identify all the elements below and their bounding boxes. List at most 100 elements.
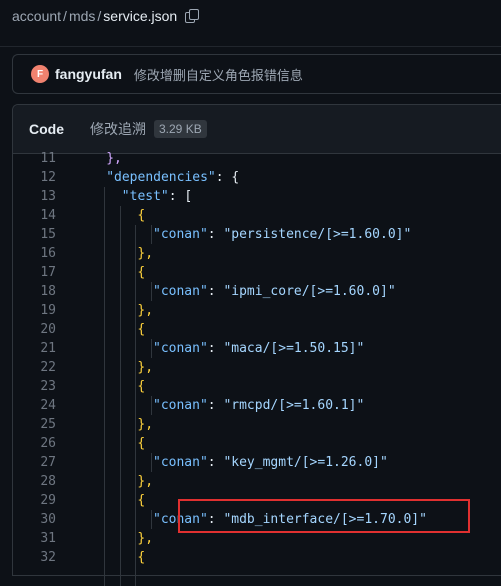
json-string-value: "key_mgmt/[>=1.26.0]" xyxy=(223,455,388,470)
indent-guide xyxy=(151,225,152,244)
breadcrumb-account[interactable]: account xyxy=(12,8,61,24)
line-number[interactable]: 26 xyxy=(13,434,56,453)
indent-guide xyxy=(151,396,152,415)
code-line: 20 { xyxy=(13,320,501,339)
code-content: { xyxy=(137,491,145,510)
code-line: 13 "test": [ xyxy=(13,187,501,206)
line-number[interactable]: 14 xyxy=(13,206,56,225)
code-punctuation: }, xyxy=(137,531,154,546)
json-key: "test" xyxy=(121,189,169,204)
line-number[interactable]: 15 xyxy=(13,225,56,244)
line-number[interactable]: 25 xyxy=(13,415,56,434)
line-number[interactable]: 21 xyxy=(13,339,56,358)
code-line: 28}, xyxy=(13,472,501,491)
code-line: 15 "conan": "persistence/[>=1.60.0]" xyxy=(13,225,501,244)
json-string-value: "mdb_interface/[>=1.70.0]" xyxy=(223,512,427,527)
code-line: 18 "conan": "ipmi_core/[>=1.60.0]" xyxy=(13,282,501,301)
code-punctuation: { xyxy=(137,265,146,280)
indent-guide xyxy=(104,187,106,586)
code-punctuation: { xyxy=(137,550,146,565)
line-number[interactable]: 12 xyxy=(13,168,56,187)
code-line: 31}, xyxy=(13,529,501,548)
json-string-value: "ipmi_core/[>=1.60.0]" xyxy=(223,284,396,299)
tab-blame[interactable]: 修改追溯 xyxy=(90,119,146,139)
commit-message[interactable]: 修改增删自定义角色报错信息 xyxy=(134,65,303,84)
code-content: { xyxy=(137,434,145,453)
json-string-value: "persistence/[>=1.60.0]" xyxy=(223,227,412,242)
code-line: 32 { xyxy=(13,548,501,567)
code-punctuation: : xyxy=(207,341,224,356)
line-number[interactable]: 19 xyxy=(13,301,56,320)
line-number[interactable]: 30 xyxy=(13,510,56,529)
code-punctuation: : xyxy=(207,284,224,299)
code-line: 22}, xyxy=(13,358,501,377)
code-punctuation: { xyxy=(137,379,146,394)
code-content: }, xyxy=(137,244,153,263)
code-punctuation: }, xyxy=(137,246,154,261)
code-punctuation: }, xyxy=(106,151,122,166)
file-viewer: Code 修改追溯 3.29 KB 11}, 12 "dependencies": … xyxy=(12,104,501,586)
code-line: 16}, xyxy=(13,244,501,263)
code-content: "conan": "rmcpd/[>=1.60.1]" xyxy=(153,396,364,415)
commit-author[interactable]: fangyufan xyxy=(55,66,122,82)
code-punctuation: }, xyxy=(137,360,154,375)
code-punctuation: { xyxy=(137,493,146,508)
line-number[interactable]: 13 xyxy=(13,187,56,206)
avatar[interactable]: F xyxy=(31,65,49,83)
code-punctuation: { xyxy=(137,322,146,337)
code-line: 11}, xyxy=(13,149,501,168)
latest-commit-bar: F fangyufan 修改增删自定义角色报错信息 xyxy=(12,54,501,94)
code-punctuation: : xyxy=(207,398,224,413)
code-line: 23 { xyxy=(13,377,501,396)
breadcrumb-separator: / xyxy=(97,8,102,24)
file-header: Code 修改追溯 3.29 KB xyxy=(13,105,501,154)
line-number[interactable]: 31 xyxy=(13,529,56,548)
code-punctuation: { xyxy=(137,436,146,451)
line-number[interactable]: 18 xyxy=(13,282,56,301)
line-number[interactable]: 16 xyxy=(13,244,56,263)
breadcrumb-separator: / xyxy=(63,8,67,24)
breadcrumb-current-file: service.json xyxy=(103,8,178,24)
code-line: 19}, xyxy=(13,301,501,320)
line-number[interactable]: 11 xyxy=(13,149,56,168)
breadcrumb: account / mds / service.json xyxy=(12,6,200,26)
code-punctuation: : xyxy=(207,227,224,242)
code-line: 25}, xyxy=(13,415,501,434)
code-content: "test": [ xyxy=(122,187,192,206)
json-string-value: "rmcpd/[>=1.60.1]" xyxy=(223,398,365,413)
code-content: }, xyxy=(106,149,122,168)
code-content: "conan": "key_mgmt/[>=1.26.0]" xyxy=(153,453,388,472)
code-content: "dependencies": { xyxy=(106,168,239,187)
code-punctuation: : xyxy=(207,512,224,527)
code-punctuation: : xyxy=(207,455,224,470)
code-line: 21 "conan": "maca/[>=1.50.15]" xyxy=(13,339,501,358)
line-number[interactable]: 22 xyxy=(13,358,56,377)
file-size-badge: 3.29 KB xyxy=(154,120,207,138)
line-number[interactable]: 29 xyxy=(13,491,56,510)
json-key: "conan" xyxy=(153,512,208,527)
line-number[interactable]: 20 xyxy=(13,320,56,339)
code-content: { xyxy=(137,548,145,567)
code-content: }, xyxy=(137,301,153,320)
line-number[interactable]: 32 xyxy=(13,548,56,567)
code-content: "conan": "ipmi_core/[>=1.60.0]" xyxy=(153,282,396,301)
code-punctuation: : [ xyxy=(168,189,193,204)
json-key: "conan" xyxy=(153,398,208,413)
code-content: }, xyxy=(137,358,153,377)
indent-guide xyxy=(151,339,152,358)
line-number[interactable]: 17 xyxy=(13,263,56,282)
line-number[interactable]: 28 xyxy=(13,472,56,491)
code-line: 30 "conan": "mdb_interface/[>=1.70.0]" xyxy=(13,510,501,529)
tab-code[interactable]: Code xyxy=(29,121,64,137)
json-string-value: "maca/[>=1.50.15]" xyxy=(223,341,365,356)
line-number[interactable]: 24 xyxy=(13,396,56,415)
json-key: "conan" xyxy=(153,284,208,299)
line-number[interactable]: 27 xyxy=(13,453,56,472)
code-line: 26 { xyxy=(13,434,501,453)
code-content: }, xyxy=(137,529,153,548)
code-content: "conan": "mdb_interface/[>=1.70.0]" xyxy=(153,510,427,529)
breadcrumb-mds[interactable]: mds xyxy=(69,8,95,24)
line-number[interactable]: 23 xyxy=(13,377,56,396)
copy-icon[interactable] xyxy=(185,9,200,23)
code-content: }, xyxy=(137,472,153,491)
